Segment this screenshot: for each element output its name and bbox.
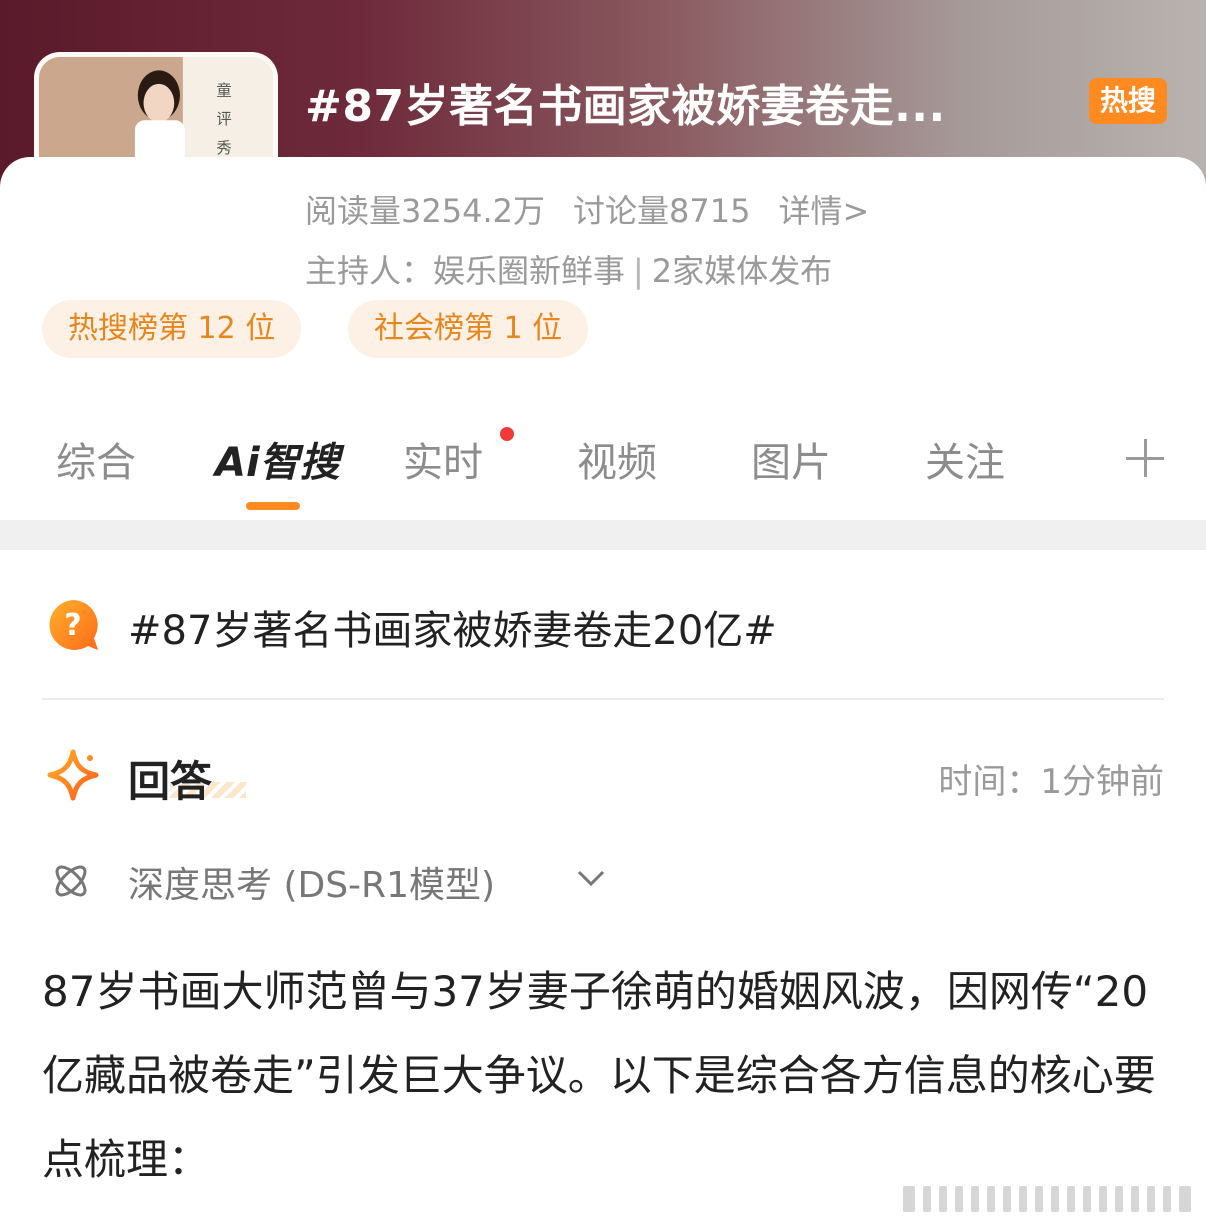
tab-comprehensive[interactable]: 综合 bbox=[56, 430, 136, 488]
host-label[interactable]: 主持人：娱乐圈新鲜事 bbox=[305, 252, 625, 290]
tab-images[interactable]: 图片 bbox=[751, 430, 831, 488]
chevron-down-icon[interactable] bbox=[576, 866, 606, 890]
tab-following[interactable]: 关注 bbox=[925, 430, 1005, 488]
svg-text:评: 评 bbox=[216, 110, 231, 128]
watermark-bars bbox=[903, 1186, 1191, 1212]
tab-ai-search[interactable]: Ai智搜 bbox=[215, 430, 340, 488]
topic-title: #87岁著名书画家被娇妻卷走... bbox=[305, 81, 946, 132]
media-count[interactable]: 2家媒体发布 bbox=[652, 252, 832, 290]
question-text: #87岁著名书画家被娇妻卷走20亿# bbox=[128, 608, 777, 654]
answer-title: 回答 bbox=[128, 757, 213, 806]
question-divider bbox=[42, 698, 1164, 700]
question-bubble-icon: ? bbox=[49, 600, 98, 650]
topic-stats: 阅读量3254.2万 讨论量8715 详情> bbox=[305, 186, 897, 232]
details-link[interactable]: 详情> bbox=[778, 192, 869, 230]
svg-text:?: ? bbox=[64, 608, 81, 643]
plus-icon[interactable] bbox=[1124, 437, 1166, 479]
tab-realtime[interactable]: 实时 bbox=[403, 430, 483, 488]
section-divider bbox=[0, 520, 1206, 550]
discussion-count: 讨论量8715 bbox=[572, 192, 751, 230]
atom-icon bbox=[55, 865, 87, 897]
read-count: 阅读量3254.2万 bbox=[305, 192, 545, 230]
tab-video[interactable]: 视频 bbox=[577, 430, 657, 488]
active-tab-indicator bbox=[246, 502, 300, 510]
svg-text:童: 童 bbox=[216, 81, 231, 99]
deep-think-toggle[interactable]: 深度思考 (DS-R1模型) bbox=[128, 856, 495, 908]
hot-search-rank-pill[interactable]: 热搜榜第 12 位 bbox=[42, 300, 302, 358]
answer-time: 时间：1分钟前 bbox=[938, 762, 1164, 802]
host-separator: | bbox=[633, 252, 644, 290]
sparkle-icon bbox=[47, 749, 99, 801]
svg-text:秀: 秀 bbox=[216, 139, 231, 157]
hot-badge: 热搜 bbox=[1089, 78, 1167, 124]
host-info: 主持人：娱乐圈新鲜事 | 2家媒体发布 bbox=[305, 246, 832, 292]
society-rank-pill[interactable]: 社会榜第 1 位 bbox=[348, 300, 589, 358]
tab-bar: 综合 Ai智搜 实时 视频 图片 关注 bbox=[0, 420, 1206, 500]
answer-paragraph: 87岁书画大师范曾与37岁妻子徐萌的婚姻风波，因网传“20亿藏品被卷走”引发巨大… bbox=[42, 967, 1156, 1184]
realtime-notification-dot bbox=[500, 427, 514, 441]
